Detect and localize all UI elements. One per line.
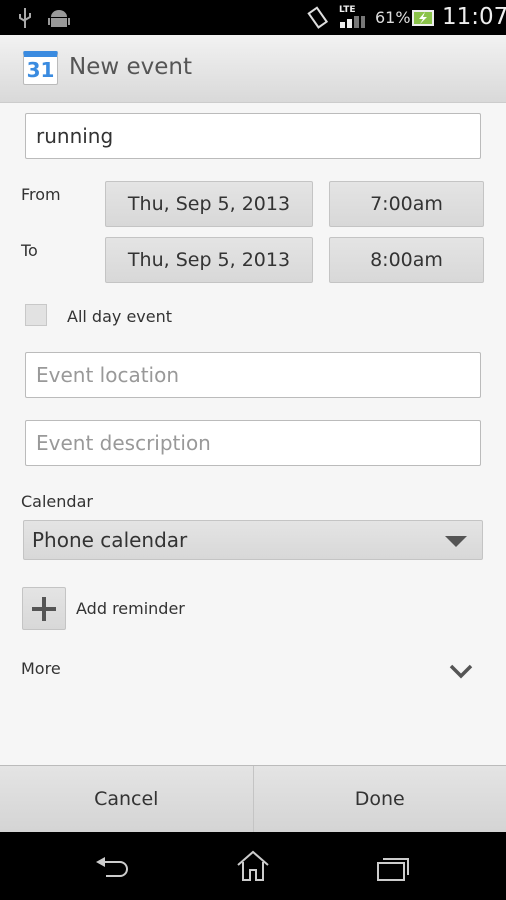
android-icon	[48, 10, 70, 27]
bottom-button-bar: Cancel Done	[0, 765, 506, 832]
description-placeholder: Event description	[36, 431, 211, 455]
from-date-button[interactable]: Thu, Sep 5, 2013	[105, 181, 313, 227]
plus-icon	[32, 596, 56, 621]
chevron-down-icon[interactable]	[449, 664, 473, 679]
calendar-value: Phone calendar	[32, 528, 188, 552]
event-title-value: running	[36, 124, 114, 148]
done-button[interactable]: Done	[254, 766, 506, 832]
vibrate-icon	[307, 6, 329, 29]
all-day-label: All day event	[67, 307, 173, 326]
battery-percent: 61%	[375, 8, 411, 27]
signal-icon	[340, 16, 365, 28]
all-day-checkbox[interactable]	[25, 304, 47, 326]
add-reminder-button[interactable]	[22, 587, 66, 630]
more-label[interactable]: More	[21, 659, 61, 678]
back-icon[interactable]	[96, 856, 130, 880]
status-bar: LTE 61% 11:07	[0, 0, 506, 35]
from-time-button[interactable]: 7:00am	[329, 181, 484, 227]
navigation-bar	[0, 832, 506, 900]
clock: 11:07	[442, 4, 506, 30]
to-date-button[interactable]: Thu, Sep 5, 2013	[105, 237, 313, 283]
to-label: To	[21, 241, 38, 260]
calendar-spinner[interactable]: Phone calendar	[23, 520, 483, 560]
dropdown-arrow-icon	[445, 536, 467, 547]
recent-apps-icon[interactable]	[377, 854, 411, 882]
action-bar: 31 New event	[0, 35, 506, 103]
event-description-input[interactable]: Event description	[25, 420, 481, 466]
add-reminder-label[interactable]: Add reminder	[76, 599, 185, 618]
to-time-button[interactable]: 8:00am	[329, 237, 484, 283]
battery-charging-icon	[412, 10, 434, 26]
event-title-input[interactable]: running	[25, 113, 481, 159]
location-placeholder: Event location	[36, 363, 180, 387]
cancel-button[interactable]: Cancel	[0, 766, 254, 832]
from-label: From	[21, 185, 61, 204]
calendar-app-icon[interactable]: 31	[23, 51, 58, 85]
home-icon[interactable]	[236, 850, 270, 882]
network-type: LTE	[339, 5, 356, 15]
calendar-label: Calendar	[21, 492, 93, 511]
usb-icon	[19, 8, 31, 28]
event-location-input[interactable]: Event location	[25, 352, 481, 398]
page-title: New event	[69, 54, 192, 80]
